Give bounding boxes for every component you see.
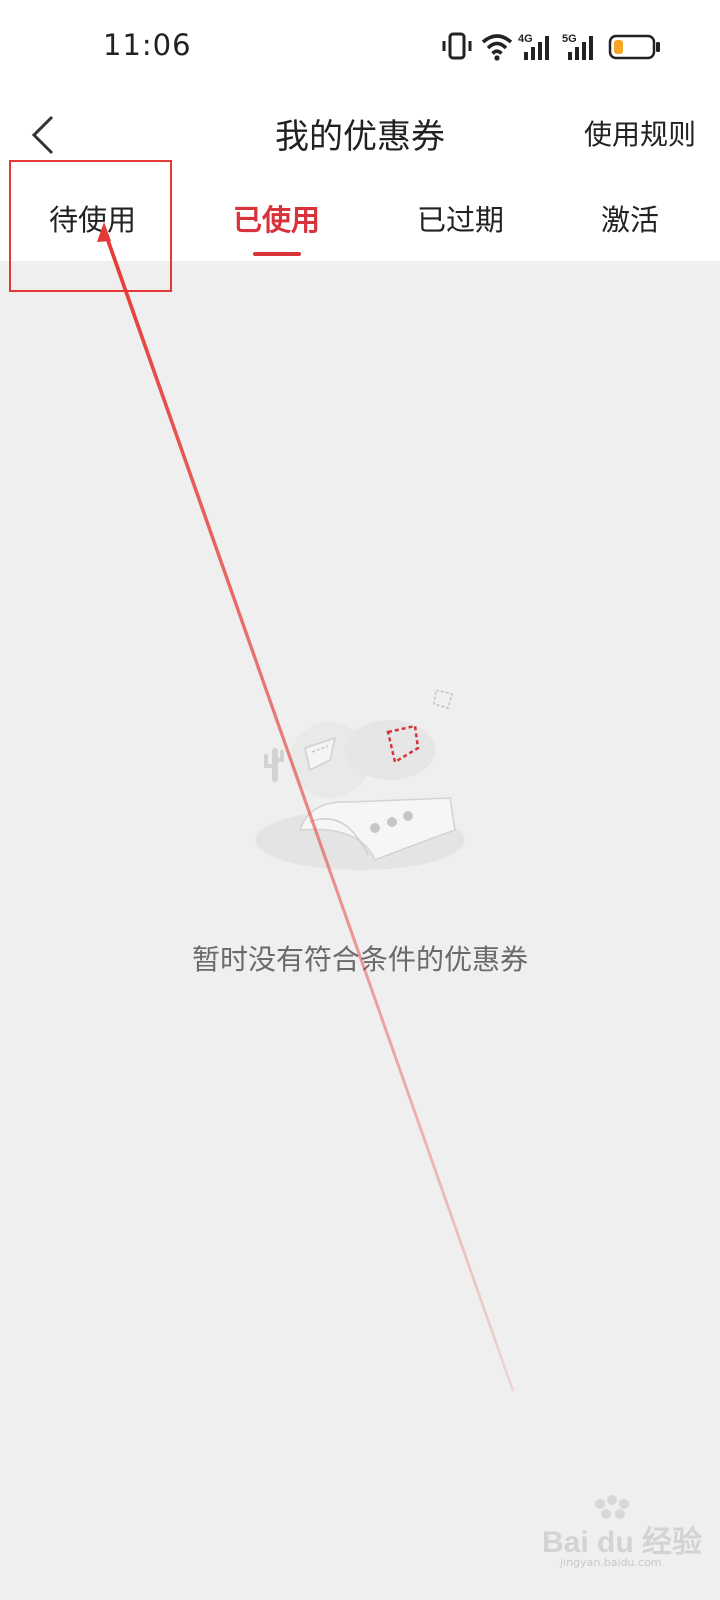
watermark-url: jingyan.baidu.com xyxy=(560,1556,662,1569)
tab-label: 已使用 xyxy=(232,203,320,237)
tab-expired[interactable]: 已过期 xyxy=(398,197,523,261)
empty-state-message: 暂时没有符合条件的优惠券 xyxy=(191,943,528,976)
svg-text:Bai du 经验: Bai du 经验 xyxy=(542,1525,702,1559)
active-tab-indicator xyxy=(252,252,301,256)
battery-low-icon xyxy=(608,34,660,60)
signal-4g-icon: 4G xyxy=(518,33,549,60)
tab-label: 已过期 xyxy=(416,203,504,237)
status-bar: 11:06 4G 5G xyxy=(0,0,720,95)
usage-rules-link[interactable]: 使用规则 xyxy=(584,113,696,153)
svg-text:4G: 4G xyxy=(518,33,533,45)
empty-coupon-illustration xyxy=(255,690,465,870)
baidu-jingyan-watermark: Bai du 经验 xyxy=(542,1495,702,1559)
vibrate-icon xyxy=(442,32,472,60)
svg-text:5G: 5G xyxy=(562,33,577,45)
wifi-icon xyxy=(481,34,513,61)
tab-activate[interactable]: 激活 xyxy=(580,197,680,261)
status-time: 11:06 xyxy=(103,28,192,62)
tab-label: 激活 xyxy=(600,203,659,237)
annotation-highlight-box xyxy=(9,160,172,292)
signal-5g-icon: 5G xyxy=(562,33,593,60)
tab-used[interactable]: 已使用 xyxy=(214,197,339,261)
